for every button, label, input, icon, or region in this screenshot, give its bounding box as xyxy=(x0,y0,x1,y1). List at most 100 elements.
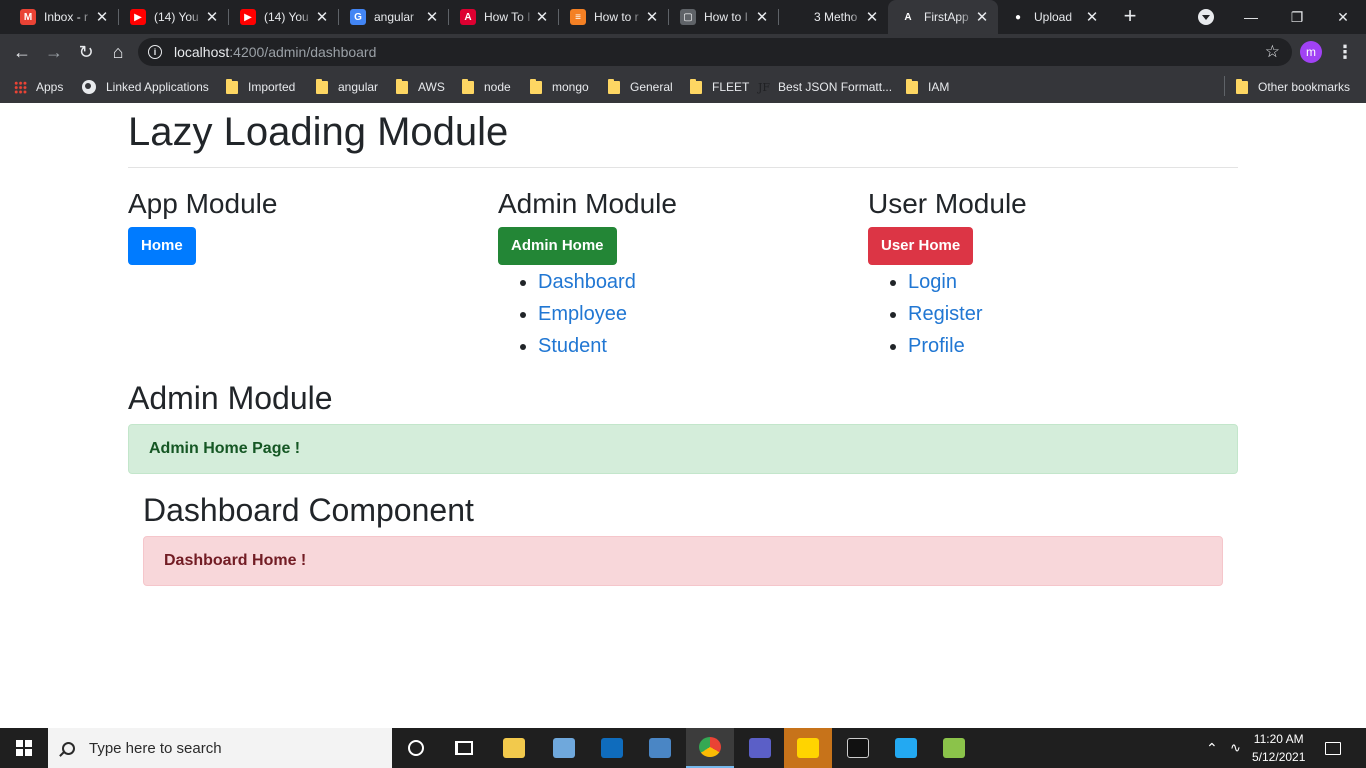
taskbar-search[interactable]: Type here to search xyxy=(48,728,392,768)
outlook-button[interactable] xyxy=(588,728,636,768)
bookmark-label: AWS xyxy=(418,80,445,94)
new-tab-button[interactable]: + xyxy=(1118,5,1142,29)
minimize-button[interactable]: — xyxy=(1228,0,1274,34)
task-view-button[interactable] xyxy=(440,728,488,768)
browser-tab[interactable]: A FirstApp ✕ xyxy=(888,0,998,34)
clock-time: 11:20 AM xyxy=(1253,732,1304,746)
network-app-button[interactable] xyxy=(540,728,588,768)
bookmark-item[interactable]: FLEET xyxy=(690,77,749,97)
taskbar-clock[interactable]: 11:20 AM 5/12/2021 xyxy=(1252,730,1305,766)
browser-menu-icon[interactable]: ⋮ xyxy=(1336,41,1354,63)
student-link[interactable]: Student xyxy=(538,335,607,357)
folder-icon xyxy=(316,78,328,94)
tray-chevron-icon[interactable]: ⌃ xyxy=(1206,728,1218,768)
cortana-button[interactable] xyxy=(392,728,440,768)
list-item: Profile xyxy=(908,330,1238,362)
bookmark-item[interactable]: General xyxy=(608,77,673,97)
tab-title: How to r xyxy=(594,10,639,24)
bookmark-item[interactable]: Imported xyxy=(226,77,295,97)
title-divider xyxy=(128,167,1238,168)
stackoverflow-icon: ≡ xyxy=(570,9,586,25)
browser-tab[interactable]: ▢ How to I ✕ xyxy=(668,0,778,34)
employee-link[interactable]: Employee xyxy=(538,303,627,325)
notepadpp-button[interactable] xyxy=(930,728,978,768)
tab-title: Upload xyxy=(1034,10,1073,24)
notifications-button[interactable] xyxy=(1318,728,1348,768)
bookmark-item[interactable]: IAM xyxy=(906,77,949,97)
bookmark-item[interactable]: JF Best JSON Formatt... xyxy=(758,77,892,97)
youtube-icon: ▶ xyxy=(240,9,256,25)
home-icon[interactable]: ⌂ xyxy=(104,38,132,66)
chrome-button[interactable] xyxy=(686,728,734,768)
terminal-button[interactable] xyxy=(834,728,882,768)
remote-desktop-icon xyxy=(649,738,671,758)
close-tab-icon[interactable]: ✕ xyxy=(1084,8,1100,26)
close-tab-icon[interactable]: ✕ xyxy=(534,8,550,26)
teams-button[interactable] xyxy=(736,728,784,768)
gmail-icon: M xyxy=(20,9,36,25)
close-window-button[interactable]: ✕ xyxy=(1320,0,1366,34)
bookmark-item[interactable]: Apps xyxy=(14,77,63,97)
bookmark-label: Imported xyxy=(248,80,296,94)
folder-icon xyxy=(226,78,238,94)
browser-tab[interactable]: M Inbox - r ✕ xyxy=(8,0,118,34)
tab-search-icon[interactable] xyxy=(1198,9,1214,25)
other-bookmarks[interactable]: Other bookmarks xyxy=(1236,77,1350,97)
close-tab-icon[interactable]: ✕ xyxy=(314,8,330,26)
close-tab-icon[interactable]: ✕ xyxy=(94,8,110,26)
bookmark-item[interactable]: mongo xyxy=(530,77,589,97)
browser-tab-strip: M Inbox - r ✕ ▶ (14) You ✕ ▶ (14) You ✕ Gangular ✕… xyxy=(0,0,1366,34)
browser-tab[interactable]: A How To I ✕ xyxy=(448,0,558,34)
bookmark-item[interactable]: angular xyxy=(316,77,378,97)
app-module-heading: App Module xyxy=(128,188,278,219)
start-button[interactable] xyxy=(0,728,48,768)
youtube-icon: ▶ xyxy=(130,9,146,25)
close-tab-icon[interactable]: ✕ xyxy=(974,8,990,26)
login-link[interactable]: Login xyxy=(908,271,957,293)
close-tab-icon[interactable]: ✕ xyxy=(644,8,660,26)
browser-tab[interactable]: ▶ (14) You ✕ xyxy=(118,0,228,34)
bookmark-item[interactable]: Linked Applications xyxy=(82,77,209,97)
close-tab-icon[interactable]: ✕ xyxy=(204,8,220,26)
other-bookmarks-label: Other bookmarks xyxy=(1258,80,1351,94)
page-title: Lazy Loading Module xyxy=(128,110,509,154)
site-info-icon[interactable]: i xyxy=(148,45,162,59)
profile-link[interactable]: Profile xyxy=(908,335,965,357)
bookmark-item[interactable]: node xyxy=(462,77,511,97)
folder-icon xyxy=(396,78,408,94)
tab-title: How To I xyxy=(484,10,531,24)
list-item: Register xyxy=(908,298,1238,330)
register-link[interactable]: Register xyxy=(908,303,982,325)
close-tab-icon[interactable]: ✕ xyxy=(864,8,880,26)
browser-tab[interactable]: 3 Metho ✕ xyxy=(778,0,888,34)
admin-home-button[interactable]: Admin Home xyxy=(498,227,617,265)
remote-desktop-button[interactable] xyxy=(636,728,684,768)
dashboard-component: Dashboard Component Dashboard Home ! xyxy=(143,490,1223,586)
home-button[interactable]: Home xyxy=(128,227,196,265)
url-path: :4200/admin/dashboard xyxy=(229,44,377,60)
bookmark-label: IAM xyxy=(928,80,950,94)
browser-tab[interactable]: ● Upload ✕ xyxy=(998,0,1108,34)
notepad-icon xyxy=(943,738,965,758)
sticky-notes-button[interactable] xyxy=(784,728,832,768)
url-text[interactable]: localhost:4200/admin/dashboard xyxy=(174,44,376,60)
back-icon[interactable]: ← xyxy=(8,38,36,66)
close-tab-icon[interactable]: ✕ xyxy=(754,8,770,26)
bookmark-star-icon[interactable]: ☆ xyxy=(1265,42,1280,62)
browser-tab[interactable]: Gangular ✕ xyxy=(338,0,448,34)
user-home-button[interactable]: User Home xyxy=(868,227,974,265)
vscode-button[interactable] xyxy=(882,728,930,768)
tab-title: (14) You xyxy=(154,10,199,24)
browser-tab[interactable]: ≡ How to r ✕ xyxy=(558,0,668,34)
dashboard-link[interactable]: Dashboard xyxy=(538,271,636,293)
file-explorer-button[interactable] xyxy=(490,728,538,768)
address-bar[interactable]: i localhost:4200/admin/dashboard ☆ xyxy=(138,38,1292,66)
forward-icon[interactable]: → xyxy=(40,38,68,66)
wifi-icon[interactable]: ∿ xyxy=(1230,728,1241,768)
bookmark-item[interactable]: AWS xyxy=(396,77,445,97)
browser-tab[interactable]: ▶ (14) You ✕ xyxy=(228,0,338,34)
profile-avatar[interactable]: m xyxy=(1300,41,1322,63)
restore-button[interactable]: ❐ xyxy=(1274,0,1320,34)
reload-icon[interactable]: ↻ xyxy=(72,38,100,66)
close-tab-icon[interactable]: ✕ xyxy=(424,8,440,26)
